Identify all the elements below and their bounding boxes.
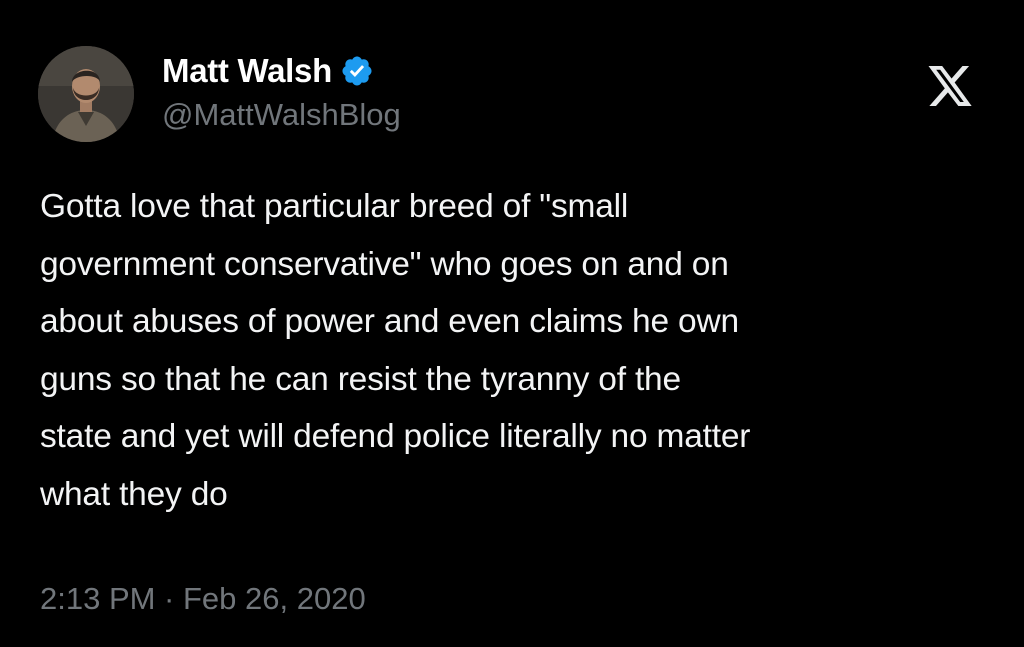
tweet-card: Matt Walsh @MattWalshBlog Gotta love tha… — [0, 0, 1024, 647]
name-row: Matt Walsh — [162, 51, 401, 91]
timestamp[interactable]: 2:13 PM · Feb 26, 2020 — [40, 574, 366, 624]
tweet-header: Matt Walsh @MattWalshBlog — [38, 44, 401, 144]
handle[interactable]: @MattWalshBlog — [162, 93, 401, 137]
avatar-image — [38, 46, 134, 142]
verified-badge-icon — [340, 54, 374, 88]
author-names: Matt Walsh @MattWalshBlog — [162, 51, 401, 137]
avatar[interactable] — [38, 46, 134, 142]
x-logo-icon[interactable] — [926, 64, 974, 110]
tweet-text: Gotta love that particular breed of "sma… — [40, 188, 751, 513]
display-name[interactable]: Matt Walsh — [162, 51, 332, 91]
